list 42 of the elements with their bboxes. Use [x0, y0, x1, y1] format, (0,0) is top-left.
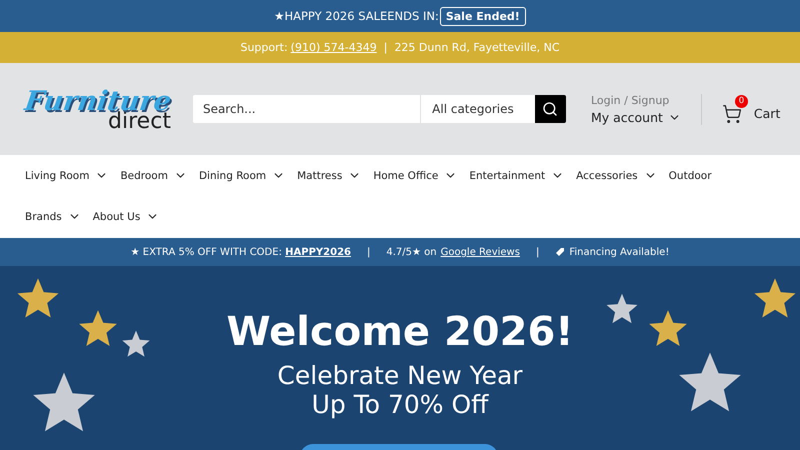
nav-menu-item[interactable]: Brands: [25, 196, 81, 237]
tag-icon: [555, 247, 566, 257]
nav-menu-item[interactable]: Living Room: [25, 155, 108, 196]
star-icon: [122, 330, 150, 357]
nav-menu-item[interactable]: Accessories: [576, 155, 657, 196]
address-text: 225 Dunn Rd, Fayetteville, NC: [394, 41, 560, 54]
nav-menu-item[interactable]: Outdoor: [668, 155, 712, 196]
star-icon: [33, 372, 95, 432]
separator: |: [384, 41, 388, 54]
nav-menu-item[interactable]: Dining Room: [198, 155, 286, 196]
separator: |: [536, 246, 540, 258]
account-menu[interactable]: My account: [590, 110, 681, 124]
search-icon: [542, 101, 558, 117]
support-label: Support:: [240, 41, 288, 54]
search-field[interactable]: Search...: [192, 95, 420, 123]
nav-menu-item[interactable]: Bedroom: [120, 155, 187, 196]
star-icon: [606, 294, 638, 324]
hero-subtitle: Celebrate New Year: [277, 362, 523, 391]
star-icon: [17, 278, 59, 318]
search-button[interactable]: [534, 95, 566, 123]
cart-count-badge: 0: [734, 94, 748, 108]
star-icon: [79, 310, 117, 346]
cart-icon: [722, 104, 742, 124]
announcement-text: ★HAPPY 2026 SALEENDS IN:: [274, 9, 439, 23]
hero-title: Welcome 2026!: [226, 312, 574, 352]
cart-button[interactable]: 0 Cart: [722, 94, 780, 124]
nav-menu-item[interactable]: About Us: [92, 196, 160, 237]
nav-menu-item[interactable]: Entertainment: [469, 155, 564, 196]
nav-menu-item[interactable]: Home Office: [373, 155, 458, 196]
star-icon: [679, 352, 741, 412]
rating-text: 4.7/5★ on: [386, 246, 437, 258]
hero-subtitle: Up To 70% Off: [310, 390, 490, 420]
star-icon: [649, 310, 687, 346]
sale-status-badge: Sale Ended!: [440, 6, 526, 26]
separator: |: [366, 246, 370, 258]
logo[interactable]: Furniture direct: [25, 77, 171, 141]
category-dropdown[interactable]: All categories: [420, 95, 535, 123]
star-icon: [754, 278, 796, 318]
google-reviews-link[interactable]: Google Reviews: [440, 246, 520, 258]
financing-text: Financing Available!: [569, 246, 670, 258]
nav-menu-item[interactable]: Mattress: [297, 155, 362, 196]
promo-text: ★ EXTRA 5% OFF WITH CODE: HAPPY2026: [130, 246, 351, 258]
